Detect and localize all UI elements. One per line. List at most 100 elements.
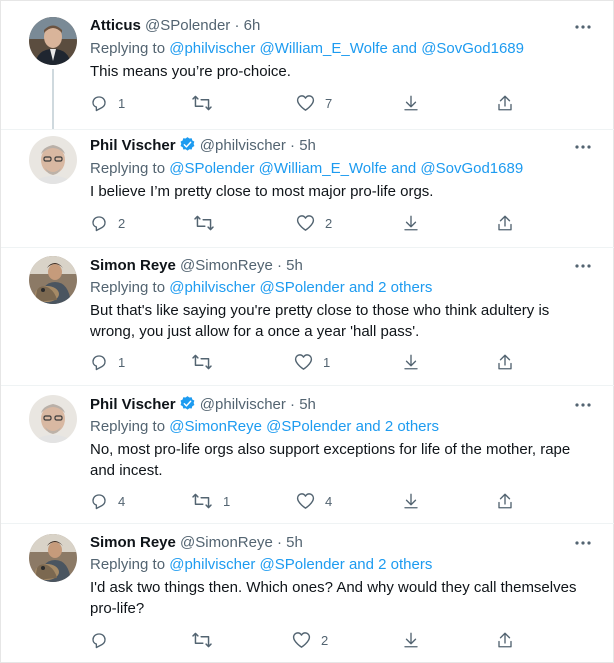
tweet-header: Simon Reye @SimonReye · 5h [90,256,303,276]
retweet-button[interactable] [191,630,223,650]
bookmark-button[interactable] [402,93,420,113]
mention-link[interactable]: 2 others [378,556,432,573]
mention-link[interactable]: @philvischer [169,279,255,296]
mention-link[interactable]: @William_E_Wolfe [259,40,387,57]
avatar[interactable] [29,395,77,443]
user-handle[interactable]: @philvischer [200,137,286,154]
bookmark-icon [404,354,418,370]
more-icon[interactable] [573,395,593,415]
verified-badge-icon [179,395,196,418]
retweet-button[interactable] [191,93,223,113]
share-icon [498,215,512,231]
user-handle[interactable]: @SimonReye [180,534,273,551]
tweet[interactable]: Atticus @SPolender · 6h Replying to @phi… [1,1,614,129]
share-button[interactable] [496,630,514,650]
mention-link[interactable]: @philvischer [169,40,255,57]
bookmark-button[interactable] [402,352,420,372]
bookmark-button[interactable] [402,630,420,650]
mention-link[interactable]: 2 others [385,418,439,435]
separator-dot: · [276,534,282,551]
display-name[interactable]: Simon Reye [90,257,176,274]
tweet[interactable]: Phil Vischer @philvischer · 5h Replying … [1,130,614,247]
user-handle[interactable]: @SimonReye [180,257,273,274]
mention-link[interactable]: @SPolender [259,279,344,296]
like-button[interactable]: 1 [294,352,330,372]
reply-icon [92,633,106,649]
mention-link[interactable]: @SPolender [266,418,351,435]
like-icon [296,215,315,231]
tweet[interactable]: Phil Vischer @philvischer · 5h Replying … [1,386,614,523]
like-button[interactable]: 2 [292,630,328,650]
retweet-count: 1 [223,493,231,509]
share-button[interactable] [496,491,514,511]
mention-link[interactable]: 2 others [378,279,432,296]
avatar[interactable] [29,256,77,304]
reply-button[interactable]: 1 [90,93,125,113]
timestamp[interactable]: 5h [299,137,316,154]
bookmark-icon [404,95,418,111]
retweet-icon [192,493,212,509]
retweet-button[interactable] [193,213,225,233]
tweet[interactable]: Simon Reye @SimonReye · 5h Replying to @… [1,524,614,662]
retweet-icon [192,632,212,648]
timestamp[interactable]: 5h [286,534,303,551]
like-button[interactable]: 4 [296,491,332,511]
display-name[interactable]: Phil Vischer [90,137,176,154]
timestamp[interactable]: 5h [299,396,316,413]
retweet-button[interactable]: 1 [191,491,230,511]
reply-count: 2 [118,215,126,231]
timestamp[interactable]: 6h [244,17,261,34]
bookmark-button[interactable] [402,491,420,511]
like-button[interactable]: 2 [296,213,332,233]
more-icon[interactable] [573,256,593,276]
mention-link[interactable]: @SovGod1689 [420,160,523,177]
bookmark-button[interactable] [402,213,420,233]
display-name[interactable]: Simon Reye [90,534,176,551]
avatar[interactable] [29,17,77,65]
user-handle[interactable]: @SPolender [145,17,230,34]
replying-to: Replying to @philvischer @William_E_Wolf… [90,39,524,59]
more-icon[interactable] [573,533,593,553]
display-name[interactable]: Atticus [90,17,141,34]
mention-link[interactable]: @SimonReye [169,418,262,435]
tweet-text: No, most pro-life orgs also support exce… [90,441,571,479]
tweet-text: This means you’re pro-choice. [90,63,291,80]
mention-link[interactable]: @SPolender [169,160,254,177]
user-handle[interactable]: @philvischer [200,396,286,413]
reply-button[interactable]: 2 [90,213,125,233]
like-count: 2 [325,215,333,231]
share-button[interactable] [496,213,514,233]
more-icon[interactable] [573,17,593,37]
mention-link[interactable]: @SovGod1689 [421,40,524,57]
reply-icon [92,216,106,232]
tweet[interactable]: Simon Reye @SimonReye · 5h Replying to @… [1,248,614,385]
like-button[interactable]: 7 [296,93,332,113]
separator-dot: · [276,257,282,274]
tweet-header: Phil Vischer @philvischer · 5h [90,136,316,159]
share-button[interactable] [496,93,514,113]
retweet-button[interactable] [191,352,223,372]
like-count: 1 [323,354,331,370]
retweet-icon [192,354,212,370]
bookmark-icon [404,632,418,648]
reply-button[interactable]: 1 [90,352,125,372]
replying-to: Replying to @SPolender @William_E_Wolfe … [90,159,523,179]
reply-count: 4 [118,493,126,509]
more-icon[interactable] [573,137,593,157]
mention-link[interactable]: @SPolender [259,556,344,573]
share-button[interactable] [496,352,514,372]
replying-prefix: Replying to [90,418,166,435]
tweet-header: Atticus @SPolender · 6h [90,16,260,36]
mention-link[interactable]: @philvischer [169,556,255,573]
conjunction: and [391,160,417,177]
timestamp[interactable]: 5h [286,257,303,274]
reply-icon [92,494,106,510]
like-count: 7 [325,95,333,111]
tweet-text: But that's like saying you're pretty clo… [90,302,550,340]
display-name[interactable]: Phil Vischer [90,396,176,413]
reply-button[interactable]: 4 [90,491,125,511]
avatar[interactable] [29,534,77,582]
reply-button[interactable] [90,630,118,650]
avatar[interactable] [29,136,77,184]
mention-link[interactable]: @William_E_Wolfe [259,160,387,177]
